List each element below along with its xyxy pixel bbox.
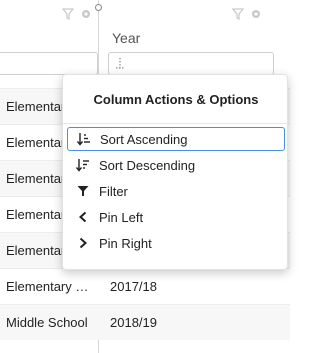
menu-item-label: Pin Right (99, 235, 152, 251)
year-filter-input[interactable] (108, 52, 274, 75)
year-cell: 2017/18 (110, 279, 157, 294)
column-actions-menu: Column Actions & Options Sort Ascending (62, 74, 289, 270)
column-resizer-handle[interactable] (95, 4, 102, 11)
chevron-right-icon (71, 237, 95, 249)
sort-ascending-icon (72, 132, 96, 146)
menu-divider (63, 123, 289, 124)
school-cell: Elementary School (6, 279, 94, 294)
table-row[interactable]: Middle School 2018/19 (0, 304, 290, 340)
chevron-left-icon (71, 211, 95, 223)
school-filter-input[interactable] (0, 52, 98, 75)
menu-item-label: Filter (99, 183, 128, 199)
filter-icon (71, 185, 95, 197)
sort-descending-icon (71, 158, 95, 172)
school-cell: Middle School (6, 315, 88, 330)
year-cell: 2018/19 (110, 315, 157, 330)
year-column-title[interactable]: Year (112, 30, 140, 46)
menu-item-filter[interactable]: Filter (67, 179, 285, 203)
school-header-icons (61, 8, 92, 23)
menu-item-label: Sort Descending (99, 157, 196, 173)
year-header-icons (231, 8, 262, 23)
menu-item-pin-right[interactable]: Pin Right (67, 231, 285, 255)
menu-item-sort-ascending[interactable]: Sort Ascending (67, 127, 285, 151)
table-row[interactable]: Elementary School 2017/18 (0, 268, 290, 304)
gear-icon[interactable] (250, 8, 262, 23)
gear-icon[interactable] (80, 8, 92, 23)
menu-item-label: Pin Left (99, 209, 144, 225)
menu-item-label: Sort Ascending (100, 131, 188, 147)
menu-item-pin-left[interactable]: Pin Left (67, 205, 285, 229)
menu-title: Column Actions & Options (93, 92, 259, 107)
filter-icon[interactable] (61, 8, 75, 23)
sort-indicator-icon (115, 56, 125, 70)
filter-icon[interactable] (231, 8, 245, 23)
menu-item-sort-descending[interactable]: Sort Descending (67, 153, 285, 177)
